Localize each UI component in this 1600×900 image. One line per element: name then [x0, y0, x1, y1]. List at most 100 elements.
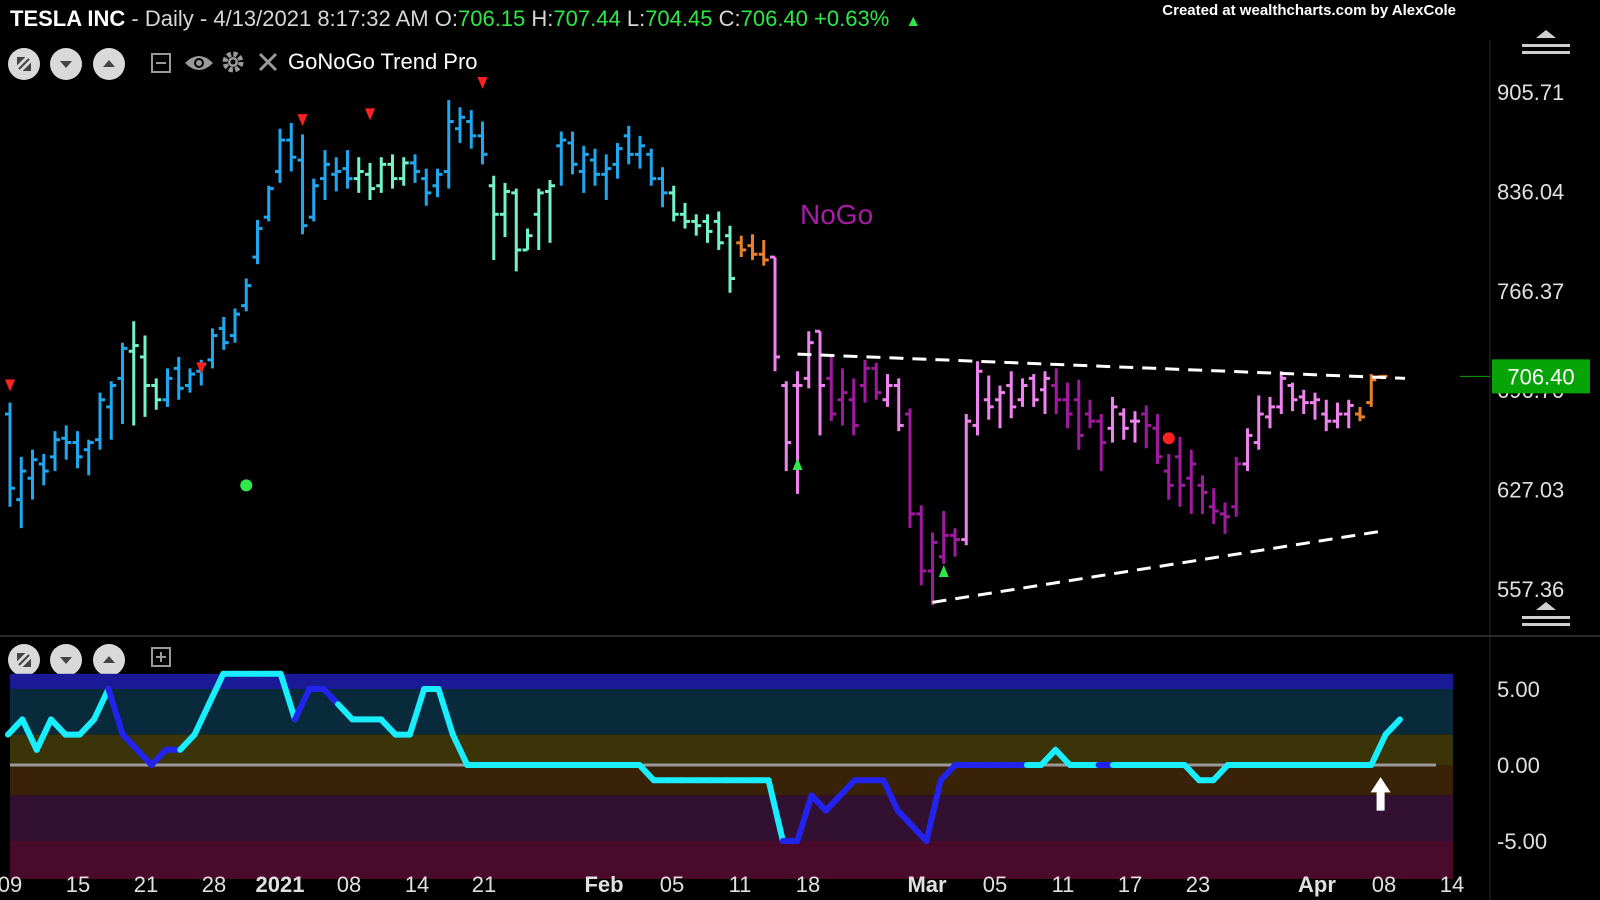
price-bar [61, 425, 72, 460]
price-bar [128, 321, 139, 426]
date-axis-label: 2021 [256, 872, 305, 897]
price-bar [725, 225, 735, 293]
price-bar [702, 214, 713, 243]
price-bar [466, 110, 477, 149]
osc-band-2 [10, 734, 1453, 765]
date-axis-label: 05 [983, 872, 1007, 897]
date-axis-label: Apr [1298, 872, 1336, 897]
price-bar [455, 107, 465, 143]
price-bar [140, 335, 150, 417]
signal-markers: NoGo [5, 77, 1175, 577]
signal-triangle-up [792, 457, 803, 470]
price-bar [916, 505, 927, 586]
date-axis-label: 08 [1372, 872, 1396, 897]
price-bar [500, 182, 510, 238]
grip-arrow [1536, 30, 1556, 38]
price-bar [871, 362, 882, 400]
price-bar [533, 188, 544, 250]
price-bar [601, 154, 612, 201]
price-bar [1298, 389, 1309, 415]
price-bar [106, 381, 117, 440]
price-bar [826, 354, 837, 422]
price-bar [1310, 392, 1320, 420]
price-bar [1231, 456, 1242, 517]
price-bar [1343, 399, 1354, 429]
price-axis-label: 905.71 [1497, 80, 1564, 105]
price-bar [590, 148, 600, 186]
price-bar [263, 185, 274, 222]
price-bar [1276, 371, 1287, 415]
price-bar [893, 378, 904, 432]
grip-line [1522, 51, 1570, 54]
price-bar [1141, 405, 1152, 449]
osc-axis-label: 5.00 [1497, 677, 1540, 702]
oscillator-bands [10, 673, 1453, 879]
price-bar [848, 378, 859, 436]
price-bar [1073, 379, 1084, 450]
price-bar [207, 328, 218, 369]
price-bar [275, 128, 285, 183]
price-bar [511, 188, 522, 272]
price-bar [983, 375, 994, 420]
signal-dot [240, 479, 253, 492]
price-bar [50, 431, 60, 472]
price-bar [376, 157, 387, 193]
price-bar [736, 235, 747, 258]
osc-axis-label: 0.00 [1497, 753, 1540, 778]
price-bar [837, 368, 848, 426]
price-bar [342, 150, 353, 189]
price-bar [792, 371, 803, 494]
price-bar [567, 131, 578, 175]
price-bar [1321, 399, 1332, 432]
price-axis-label: 557.36 [1497, 577, 1564, 602]
date-axis-label: 15 [66, 872, 90, 897]
date-axis-label: 18 [796, 872, 820, 897]
price-bar [1118, 408, 1129, 440]
date-axis-label: 17 [1118, 872, 1142, 897]
date-axis-label: 08 [337, 872, 361, 897]
price-bar [713, 211, 724, 250]
price-bar [297, 134, 308, 235]
price-bar [5, 402, 15, 507]
price-bar [1242, 428, 1253, 472]
price-bar [781, 381, 792, 472]
price-bar [477, 121, 488, 165]
price-bar [938, 511, 949, 564]
price-bar [905, 408, 915, 529]
price-bar [1163, 453, 1174, 500]
price-bar [815, 329, 825, 436]
price-bar [1186, 449, 1197, 514]
price-bar [1287, 382, 1298, 412]
price-bar [758, 239, 769, 266]
signal-triangle-up [938, 564, 949, 577]
price-bar [83, 439, 94, 476]
date-axis-label: Mar [907, 872, 947, 897]
price-bar [691, 214, 702, 236]
price-bar [747, 234, 758, 260]
price-bar [1253, 395, 1264, 450]
price-axis-label: 627.03 [1497, 478, 1564, 503]
last-price-label: 706.40 [1507, 364, 1574, 389]
date-axis-label: 21 [134, 872, 158, 897]
osc-axis-label: -5.00 [1497, 829, 1547, 854]
date-axis-label: 09 [0, 872, 22, 897]
price-bar [927, 532, 938, 606]
price-bar [1017, 378, 1028, 407]
price-bar [365, 162, 375, 201]
price-bar [95, 392, 105, 450]
price-bar [230, 308, 240, 343]
price-bar [556, 131, 567, 186]
signal-triangle-down [365, 108, 375, 121]
price-bars [5, 100, 1388, 606]
date-axis-label: 14 [405, 872, 429, 897]
chart-canvas[interactable]: NoGo 905.71836.04766.37696.70627.03557.3… [0, 0, 1600, 900]
price-bar [1051, 368, 1062, 415]
price-bar [995, 385, 1005, 429]
date-axis-label: 21 [472, 872, 496, 897]
price-bar [770, 255, 780, 372]
price-bar [950, 528, 960, 557]
price-bar [421, 168, 432, 206]
price-bar [331, 157, 342, 192]
price-bar [117, 342, 128, 425]
price-bar [545, 180, 555, 243]
